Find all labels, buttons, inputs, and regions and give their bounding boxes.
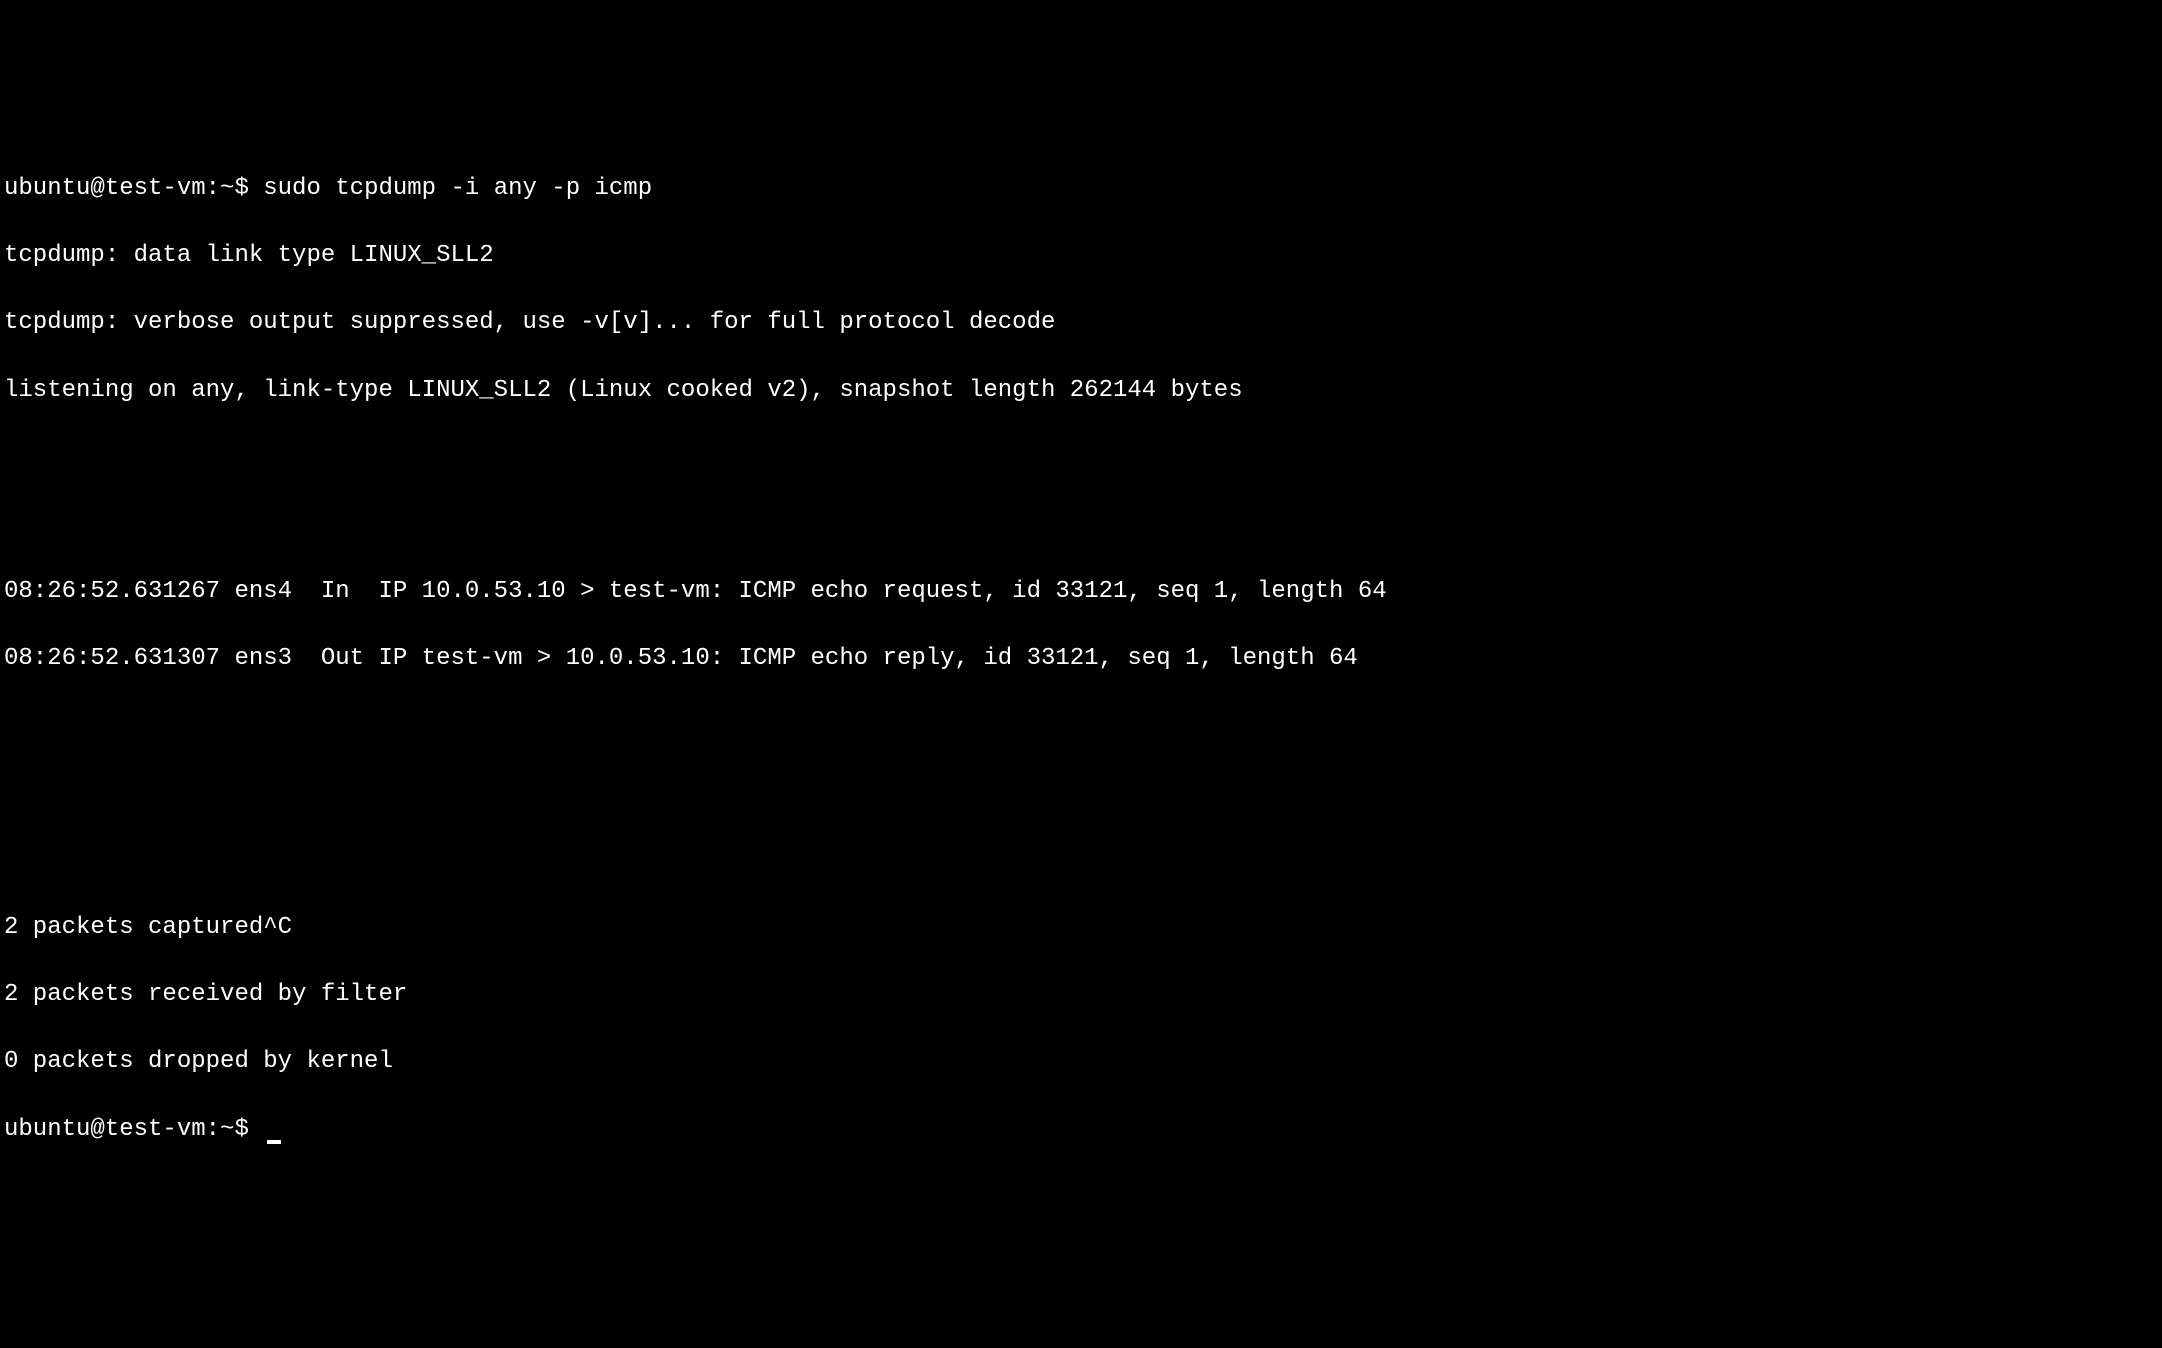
blank-line (4, 441, 2158, 475)
summary-captured: 2 packets captured^C (4, 911, 2158, 945)
packet-line-2: 08:26:52.631307 ens3 Out IP test-vm > 10… (4, 642, 2158, 676)
summary-received: 2 packets received by filter (4, 978, 2158, 1012)
blank-line (4, 709, 2158, 743)
summary-dropped: 0 packets dropped by kernel (4, 1045, 2158, 1079)
shell-prompt: ubuntu@test-vm:~$ (4, 1116, 249, 1143)
blank-line (4, 844, 2158, 878)
output-verbose-note: tcpdump: verbose output suppressed, use … (4, 306, 2158, 340)
command-line-2[interactable]: ubuntu@test-vm:~$ (4, 1113, 2158, 1147)
blank-line (4, 777, 2158, 811)
packet-line-1: 08:26:52.631267 ens4 In IP 10.0.53.10 > … (4, 575, 2158, 609)
shell-prompt: ubuntu@test-vm:~$ (4, 175, 249, 202)
terminal-window[interactable]: ubuntu@test-vm:~$ sudo tcpdump -i any -p… (4, 138, 2158, 1179)
cursor-icon (267, 1140, 281, 1144)
output-listening: listening on any, link-type LINUX_SLL2 (… (4, 374, 2158, 408)
blank-line (4, 508, 2158, 542)
command-line-1: ubuntu@test-vm:~$ sudo tcpdump -i any -p… (4, 172, 2158, 206)
output-link-type: tcpdump: data link type LINUX_SLL2 (4, 239, 2158, 273)
command-text: sudo tcpdump -i any -p icmp (263, 175, 652, 202)
